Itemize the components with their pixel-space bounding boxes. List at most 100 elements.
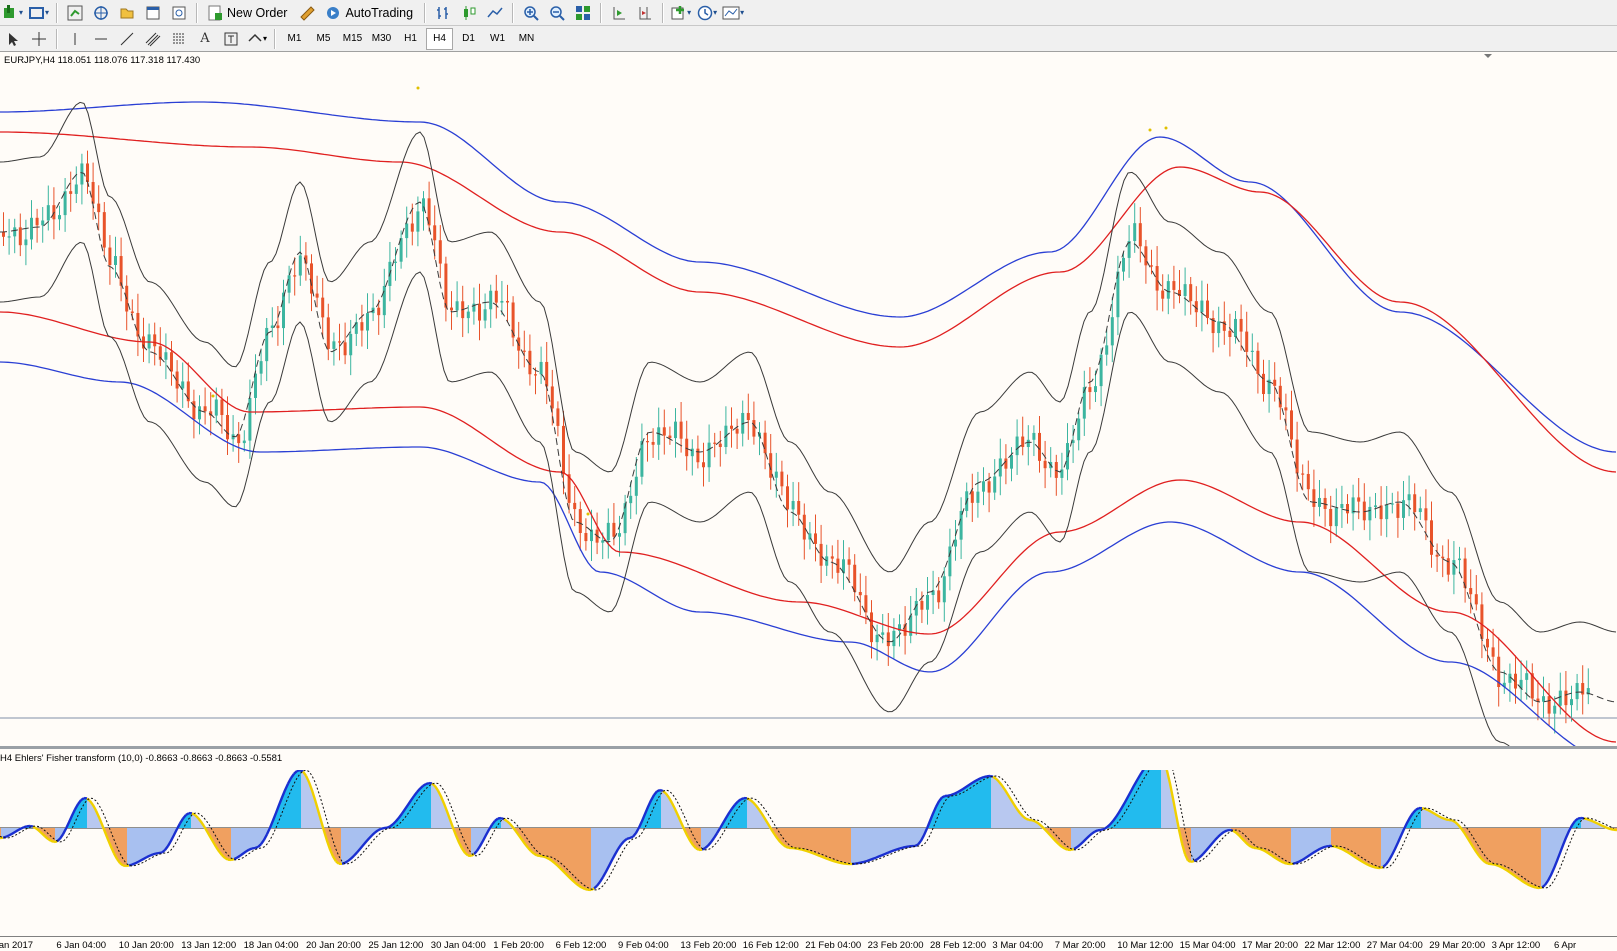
candle bbox=[494, 274, 498, 319]
candle bbox=[1267, 359, 1271, 413]
new-order-button[interactable]: New Order bbox=[203, 2, 293, 24]
candle bbox=[46, 185, 50, 231]
tile-windows-icon[interactable] bbox=[571, 2, 595, 24]
time-axis-label: 13 Jan 12:00 bbox=[181, 940, 237, 951]
candle bbox=[1435, 543, 1439, 572]
horizontal-line-icon[interactable] bbox=[89, 28, 113, 50]
market-watch-icon[interactable] bbox=[63, 2, 87, 24]
candle bbox=[1463, 547, 1467, 603]
time-axis-label: 3 Mar 04:00 bbox=[992, 940, 1044, 951]
candle bbox=[1161, 274, 1165, 312]
time-axis-label: 18 Jan 04:00 bbox=[243, 940, 299, 951]
chart-window[interactable]: EURJPY,H4 118.051 118.076 117.318 117.43… bbox=[0, 52, 1617, 951]
crosshair-icon[interactable] bbox=[27, 28, 51, 50]
candle bbox=[545, 341, 549, 405]
candle bbox=[1547, 683, 1551, 726]
candle bbox=[1088, 367, 1092, 410]
new-chart-icon[interactable]: ▾ bbox=[1, 2, 25, 24]
candle bbox=[573, 486, 577, 527]
timeframe-m15[interactable]: M15 bbox=[339, 28, 366, 50]
line-chart-icon[interactable] bbox=[483, 2, 507, 24]
candle bbox=[578, 501, 582, 551]
candle bbox=[1474, 575, 1478, 611]
timeframe-h1[interactable]: H1 bbox=[397, 28, 424, 50]
candle bbox=[1441, 545, 1445, 578]
strategy-tester-icon[interactable] bbox=[167, 2, 191, 24]
data-window-icon[interactable] bbox=[89, 2, 113, 24]
candle bbox=[1150, 249, 1153, 275]
zoom-in-icon[interactable] bbox=[519, 2, 543, 24]
candlestick-icon[interactable] bbox=[457, 2, 481, 24]
candle bbox=[909, 596, 913, 644]
candle bbox=[662, 409, 666, 455]
candle bbox=[321, 277, 325, 338]
inner-band-upper bbox=[0, 101, 1617, 633]
terminal-icon[interactable] bbox=[141, 2, 165, 24]
profiles-icon[interactable]: ▾ bbox=[27, 2, 51, 24]
candle bbox=[366, 293, 369, 350]
autotrading-button[interactable]: AutoTrading bbox=[321, 2, 419, 24]
candle bbox=[1049, 447, 1053, 478]
text-label-icon[interactable] bbox=[219, 28, 243, 50]
candle bbox=[1172, 265, 1176, 309]
chart-shift-icon[interactable] bbox=[633, 2, 657, 24]
candle bbox=[1155, 246, 1159, 311]
candle bbox=[192, 389, 196, 439]
timeframe-m5[interactable]: M5 bbox=[310, 28, 337, 50]
periods-icon[interactable]: ▾ bbox=[695, 2, 719, 24]
candle bbox=[914, 587, 918, 636]
candle bbox=[780, 460, 784, 496]
arrows-icon[interactable]: ▾ bbox=[245, 28, 269, 50]
candle bbox=[1519, 660, 1523, 702]
subwindow-divider[interactable] bbox=[0, 746, 1617, 749]
text-icon[interactable]: A bbox=[193, 28, 217, 50]
trendline-icon[interactable] bbox=[115, 28, 139, 50]
candle bbox=[556, 401, 560, 437]
bar-chart-icon[interactable] bbox=[431, 2, 455, 24]
cursor-icon[interactable] bbox=[1, 28, 25, 50]
timeframe-w1[interactable]: W1 bbox=[484, 28, 511, 50]
time-axis-label: 6 Jan 04:00 bbox=[56, 940, 107, 951]
candle bbox=[730, 407, 733, 448]
timeframe-d1[interactable]: D1 bbox=[455, 28, 482, 50]
candle bbox=[814, 514, 817, 562]
candle bbox=[310, 254, 313, 312]
timeframe-m30[interactable]: M30 bbox=[368, 28, 395, 50]
timeframe-m1[interactable]: M1 bbox=[281, 28, 308, 50]
candle bbox=[506, 284, 509, 323]
candle bbox=[74, 166, 78, 204]
fisher-transform-subwindow[interactable] bbox=[0, 770, 1617, 936]
candle bbox=[858, 573, 862, 616]
price-chart[interactable] bbox=[0, 52, 1617, 746]
candle bbox=[399, 230, 403, 269]
candle bbox=[735, 418, 739, 449]
vertical-line-icon[interactable] bbox=[63, 28, 87, 50]
timeframe-mn[interactable]: MN bbox=[513, 28, 540, 50]
fibonacci-icon[interactable] bbox=[167, 28, 191, 50]
candle bbox=[640, 423, 644, 485]
auto-scroll-icon[interactable] bbox=[607, 2, 631, 24]
candle bbox=[114, 236, 117, 278]
candle bbox=[142, 317, 145, 362]
candle bbox=[147, 323, 151, 364]
candle bbox=[1430, 501, 1433, 568]
candle bbox=[1446, 539, 1450, 582]
zoom-out-icon[interactable] bbox=[545, 2, 569, 24]
candle bbox=[842, 540, 845, 590]
candle bbox=[1234, 311, 1237, 344]
candle bbox=[836, 539, 840, 584]
candle bbox=[1402, 481, 1405, 531]
candle bbox=[674, 408, 677, 458]
candle bbox=[153, 322, 157, 366]
navigator-icon[interactable] bbox=[115, 2, 139, 24]
candle bbox=[646, 432, 649, 462]
candle bbox=[349, 319, 353, 376]
candle bbox=[1245, 311, 1249, 367]
meta-editor-icon[interactable] bbox=[295, 2, 319, 24]
candle bbox=[1570, 685, 1573, 722]
indicators-icon[interactable]: ▾ bbox=[669, 2, 693, 24]
candle bbox=[1099, 348, 1103, 407]
equidistant-channel-icon[interactable] bbox=[141, 28, 165, 50]
timeframe-h4[interactable]: H4 bbox=[426, 27, 453, 50]
templates-icon[interactable]: ▾ bbox=[721, 2, 745, 24]
